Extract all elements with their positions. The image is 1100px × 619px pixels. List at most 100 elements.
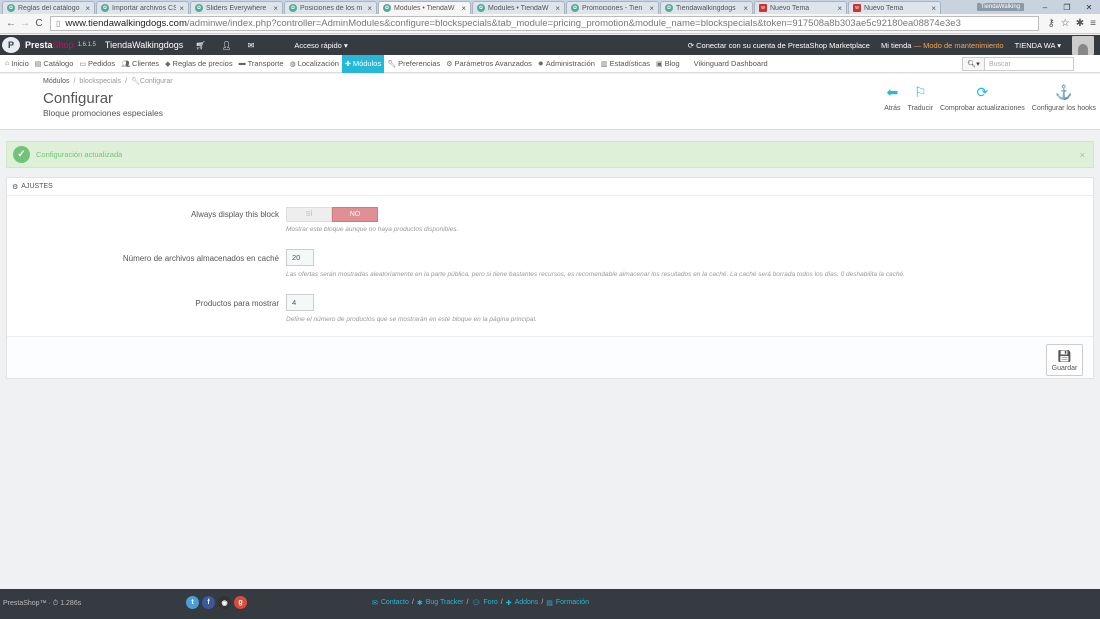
close-tab-icon[interactable]: ×: [273, 4, 278, 13]
search-type-select[interactable]: 🔍︎ ▾: [962, 57, 984, 71]
flag-icon: ⚐: [913, 84, 927, 100]
google-plus-icon[interactable]: g: [234, 596, 247, 609]
cart-icon[interactable]: 🛒︎: [195, 41, 205, 50]
browser-tab[interactable]: ✿ Reglas del catálogo ×: [2, 1, 95, 14]
reload-icon[interactable]: C: [32, 18, 46, 29]
browser-menu-icon[interactable]: ≡: [1090, 18, 1096, 29]
browser-tab[interactable]: ✿ Sliders Everywhere ×: [190, 1, 283, 14]
version-timing: PrestaShop™ · ⏱ 1.286s: [3, 600, 82, 607]
minimize-icon[interactable]: –: [1034, 3, 1056, 12]
translate-button[interactable]: ⚐ Traducir: [908, 84, 933, 112]
close-tab-icon[interactable]: ×: [179, 4, 184, 13]
browser-tab[interactable]: w Nuevo Tema ×: [754, 1, 847, 14]
menu-item-inicio[interactable]: ⌂ Inicio: [2, 55, 32, 73]
envelope-icon[interactable]: ✉: [248, 41, 255, 50]
back-arrow-icon[interactable]: ←: [4, 18, 18, 29]
marketplace-link[interactable]: ⟳ Conectar con su cuenta de PrestaShop M…: [688, 41, 870, 50]
social-links: t f ◉ g: [186, 596, 247, 609]
switch-yes-option[interactable]: SÍ: [286, 207, 332, 222]
menu-item-estadisticas[interactable]: ▥ Estadísticas: [598, 55, 653, 73]
arrow-left-circle-icon: ⬅: [886, 84, 899, 100]
breadcrumb-item[interactable]: blockspecials: [79, 78, 121, 85]
prestashop-logo[interactable]: P Presta Shop 1.6.1.5: [0, 37, 96, 53]
menu-item-transporte[interactable]: ▬ Transporte: [236, 55, 287, 73]
bar-chart-icon: ▥: [600, 60, 608, 68]
menu-item-vikinguard[interactable]: Vikinguard Dashboard: [691, 55, 771, 73]
menu-item-pedidos[interactable]: ▭ Pedidos: [76, 55, 118, 73]
browser-tab[interactable]: ✿ Tiendawalkingdogs ×: [660, 1, 753, 14]
footer-link-foro[interactable]: Foro: [483, 599, 497, 607]
page-toolbar: ⬅ Atrás ⚐ Traducir ⟳ Comprobar actualizacio…: [884, 84, 1096, 112]
menu-item-blog[interactable]: ▣ Blog: [653, 55, 683, 73]
logo-badge-icon: P: [2, 37, 20, 53]
footer-link-bug-tracker[interactable]: Bug Tracker: [426, 599, 464, 607]
bookmark-star-icon[interactable]: ☆: [1061, 18, 1070, 29]
browser-tab[interactable]: w Nuevo Tema ×: [848, 1, 941, 14]
forward-arrow-icon[interactable]: →: [18, 18, 32, 29]
close-tab-icon[interactable]: ×: [931, 4, 936, 13]
window-user-badge[interactable]: TiendaWalking: [976, 3, 1024, 11]
check-updates-button[interactable]: ⟳ Comprobar actualizaciones: [940, 84, 1025, 112]
always-display-switch[interactable]: SÍ NO: [286, 207, 378, 222]
page-header: Módulos / blockspecials / 🔧︎Configurar Confi…: [0, 74, 1100, 130]
prestashop-favicon-icon: ✿: [195, 4, 203, 12]
alert-message: Configuración actualizada: [36, 150, 123, 159]
cache-input[interactable]: 20: [286, 249, 314, 266]
check-circle-icon: ✓: [7, 141, 36, 168]
footer-link-contacto[interactable]: Contacto: [381, 599, 409, 607]
close-alert-button[interactable]: ×: [1080, 150, 1085, 160]
cogs-icon: ⚙: [446, 60, 453, 68]
prestashop-favicon-icon: ✿: [289, 4, 297, 12]
menu-item-modulos[interactable]: ✚ Módulos: [341, 54, 385, 73]
footer-link-addons[interactable]: Addons: [515, 599, 539, 607]
back-button[interactable]: ⬅ Atrás: [884, 84, 900, 112]
products-help: Define el número de productos que se mos…: [286, 316, 537, 323]
twitter-icon[interactable]: t: [186, 596, 199, 609]
footer-link-formacion[interactable]: Formación: [556, 599, 589, 607]
products-input[interactable]: 4: [286, 294, 314, 311]
close-window-icon[interactable]: ✕: [1078, 3, 1100, 12]
menu-item-parametros-avanzados[interactable]: ⚙ Parámetros Avanzados: [443, 55, 535, 73]
facebook-icon[interactable]: f: [202, 596, 215, 609]
github-icon[interactable]: ◉: [218, 596, 231, 609]
browser-tab[interactable]: ✿ Importar archivos CS ×: [96, 1, 189, 14]
menu-item-clientes[interactable]: 👥︎ Clientes: [118, 55, 162, 73]
switch-no-option[interactable]: NO: [332, 207, 378, 222]
close-tab-icon[interactable]: ×: [85, 4, 90, 13]
close-tab-icon[interactable]: ×: [555, 4, 560, 13]
quick-access-dropdown[interactable]: Acceso rápido ▾: [294, 41, 347, 50]
menu-item-administracion[interactable]: ✹ Administración: [535, 55, 598, 73]
employee-menu[interactable]: TIENDA WA ▾: [1015, 41, 1061, 50]
blog-icon: ▣: [656, 60, 663, 68]
menu-item-catalogo[interactable]: ▤ Catálogo: [32, 55, 77, 73]
shop-name-link[interactable]: TiendaWalkingdogs: [105, 40, 183, 50]
close-tab-icon[interactable]: ×: [367, 4, 372, 13]
key-icon[interactable]: ⚷: [1047, 18, 1054, 29]
extension-icon[interactable]: ✱: [1076, 18, 1084, 29]
my-shop-link[interactable]: Mi tienda — Modo de mantenimiento: [881, 41, 1004, 50]
restore-icon[interactable]: ❐: [1056, 3, 1078, 12]
url-field[interactable]: ▯ www.tiendawalkingdogs.com/adminwe/inde…: [50, 16, 1040, 31]
menu-item-localizacion[interactable]: ◍ Localización: [287, 55, 342, 73]
close-tab-icon[interactable]: ×: [461, 4, 466, 13]
avatar[interactable]: [1072, 35, 1094, 55]
close-tab-icon[interactable]: ×: [837, 4, 842, 13]
browser-tab[interactable]: ✿ Promociones - Tien ×: [566, 1, 659, 14]
save-button[interactable]: 💾︎ Guardar: [1046, 344, 1083, 376]
breadcrumb-item[interactable]: Módulos: [43, 78, 69, 85]
menu-item-preferencias[interactable]: 🔧︎ Preferencias: [384, 55, 443, 73]
breadcrumb: Módulos / blockspecials / 🔧︎Configurar: [43, 78, 173, 85]
menu-item-reglas-precios[interactable]: ◆ Reglas de precios: [162, 55, 235, 73]
close-tab-icon[interactable]: ×: [649, 4, 654, 13]
customer-icon[interactable]: 👤︎: [221, 41, 231, 50]
puzzle-icon: ✚: [344, 60, 351, 68]
configure-hooks-button[interactable]: ⚓ Configurar los hooks: [1032, 84, 1096, 112]
dashboard-icon: ⌂: [5, 60, 10, 67]
products-label: Productos para mostrar: [195, 299, 279, 308]
browser-tab-active[interactable]: ✿ Modules • TiendaW ×: [378, 1, 471, 14]
address-bar: ← → C ▯ www.tiendawalkingdogs.com/adminw…: [0, 14, 1100, 34]
search-input[interactable]: Buscar: [984, 57, 1074, 71]
close-tab-icon[interactable]: ×: [743, 4, 748, 13]
browser-tab[interactable]: ✿ Modules • TiendaW ×: [472, 1, 565, 14]
browser-tab[interactable]: ✿ Posiciones de los m ×: [284, 1, 377, 14]
